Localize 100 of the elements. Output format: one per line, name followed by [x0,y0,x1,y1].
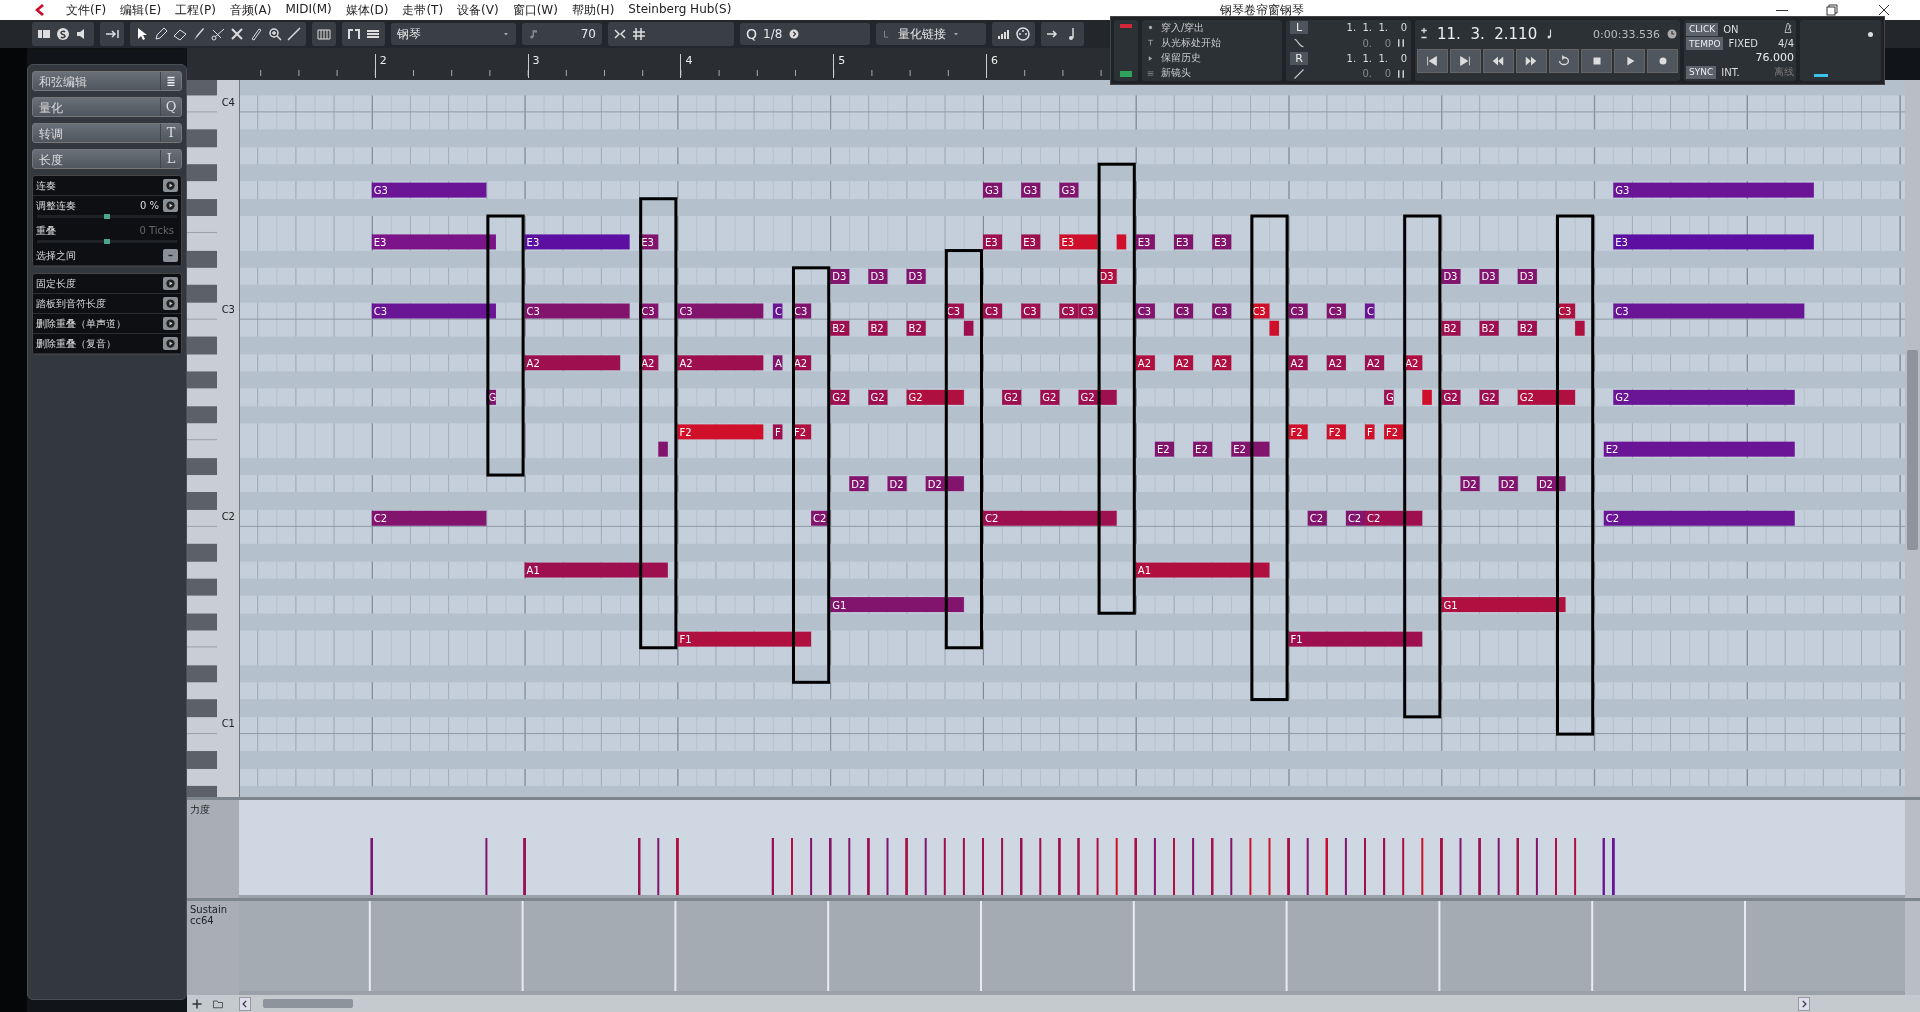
menu-item[interactable]: 帮助(H) [571,1,615,19]
play-button[interactable] [1614,49,1646,73]
midi-note[interactable]: F1 [677,631,812,647]
midi-note[interactable]: C2 [1307,510,1327,526]
apply-button[interactable] [163,277,178,290]
midi-note[interactable]: C2 [1345,510,1365,526]
velocity-lane[interactable] [239,800,1905,895]
midi-note[interactable]: D3 [868,268,888,284]
toggle-button[interactable] [163,249,178,262]
midi-note[interactable]: G2 [868,389,888,405]
midi-note[interactable]: C [1365,303,1375,319]
midi-note[interactable]: E3 [983,234,1003,250]
midi-note[interactable]: G1 [1441,597,1566,613]
scissors-tool[interactable] [210,26,226,42]
midi-note[interactable]: E3 [1174,234,1194,250]
bracket-tool[interactable] [346,26,362,42]
punch-option[interactable]: 从光标处开始 [1161,35,1221,50]
midi-note[interactable]: C3 [1059,303,1079,319]
grid-tool[interactable] [631,26,647,42]
go-to-start-button[interactable] [1417,49,1448,73]
locator-position[interactable]: 1. 1. 1. 0 [1346,22,1407,34]
tempo-value[interactable]: 76.000 [1686,51,1794,64]
midi-note[interactable]: F2 [1326,424,1346,440]
midi-note[interactable]: D3 [906,268,926,284]
menu-item[interactable]: 媒体(D) [345,1,389,19]
go-to-end-button[interactable] [1449,49,1481,73]
punch-option[interactable]: 穿入/穿出 [1161,20,1205,35]
zoom-tool[interactable] [267,26,283,42]
midi-note[interactable]: G2 [1002,389,1022,405]
midi-note[interactable]: C2 [371,510,487,526]
midi-note[interactable]: C [772,303,783,319]
locator-offset[interactable]: 0. 0 [1362,68,1391,80]
inspector-section-header[interactable]: 长度 L [32,149,182,169]
slider-thumb[interactable] [104,214,110,219]
menu-item[interactable]: MIDI(M) [285,1,332,19]
midi-note[interactable]: C3 [371,303,496,319]
midi-note[interactable]: D3 [830,268,850,284]
midi-note[interactable]: A2 [1365,355,1385,371]
midi-note[interactable]: E3 [1613,234,1814,250]
midi-note[interactable]: B2 [906,320,926,336]
solo-tool[interactable] [55,26,71,42]
quantize-link-dropdown[interactable]: 量化链接 [876,23,986,45]
velocity-field[interactable]: 70 [522,23,602,45]
midi-note[interactable]: G2 [1479,389,1499,405]
brush-tool[interactable] [191,26,207,42]
midi-note[interactable] [1269,320,1280,336]
midi-note[interactable]: F2 [1384,424,1404,440]
midi-note[interactable]: C3 [524,303,630,319]
midi-note[interactable]: G2 [1613,389,1795,405]
midi-note[interactable]: E3 [1021,234,1041,250]
midi-note[interactable]: B2 [1479,320,1499,336]
vertical-scrollbar[interactable] [1905,80,1920,797]
midi-note[interactable]: G3 [1613,182,1814,198]
midi-note[interactable]: C3 [677,303,764,319]
midi-note[interactable]: C2 [1365,510,1423,526]
midi-note[interactable] [963,320,974,336]
minimize-icon[interactable] [1776,9,1788,11]
midi-note[interactable]: E3 [371,234,496,250]
midi-note[interactable]: D3 [1441,268,1461,284]
midi-note[interactable]: A2 [1174,355,1194,371]
midi-note[interactable]: G2 [1441,389,1461,405]
locator-button[interactable]: L [1290,21,1308,35]
midi-note[interactable]: F [772,424,783,440]
inspector-section-header[interactable]: 转调 T [32,123,182,143]
midi-note[interactable]: G [1384,389,1394,405]
pencil-tool[interactable] [153,26,169,42]
midi-note[interactable]: G3 [983,182,1003,198]
apply-button[interactable] [163,297,178,310]
midi-note[interactable]: C3 [1613,303,1805,319]
midi-note[interactable]: D3 [1517,268,1537,284]
midi-note[interactable]: A2 [677,355,764,371]
apply-button[interactable] [163,337,178,350]
sync-button[interactable]: SYNC [1686,65,1717,79]
quantize-dropdown[interactable]: Q 1/8 [740,23,870,45]
midi-note[interactable]: G2 [830,389,850,405]
punch-option[interactable]: 保留历史 [1161,51,1201,66]
midi-note[interactable] [1422,389,1432,405]
midi-note[interactable]: C3 [1212,303,1232,319]
midi-note[interactable]: E2 [1193,441,1213,457]
record-button[interactable] [1647,49,1678,73]
value-field[interactable]: 0 % [139,200,159,211]
note-grid[interactable] [240,80,1905,797]
lane-scrollbar[interactable] [1905,800,1920,898]
rewind-button[interactable] [1482,49,1514,73]
apply-button[interactable] [163,317,178,330]
midi-note[interactable]: G1 [830,597,964,613]
midi-note[interactable]: B2 [1517,320,1537,336]
menu-item[interactable]: 音频(A) [229,1,272,19]
midi-note[interactable]: E2 [1603,441,1795,457]
midi-note[interactable]: G [486,389,497,405]
midi-note[interactable]: F2 [677,424,764,440]
inspector-section-header[interactable]: 和弦编辑 [32,71,182,91]
midi-note[interactable]: G3 [371,182,487,198]
apply-button[interactable] [163,199,178,212]
midi-note[interactable]: A2 [1326,355,1346,371]
position-display[interactable]: 11. 3. 2.110 [1437,25,1538,43]
instrument-dropdown[interactable]: 钢琴 [391,23,516,45]
midi-note[interactable]: E2 [1231,441,1270,457]
fast-forward-button[interactable] [1515,49,1547,73]
keyboard-tool[interactable] [316,26,332,42]
